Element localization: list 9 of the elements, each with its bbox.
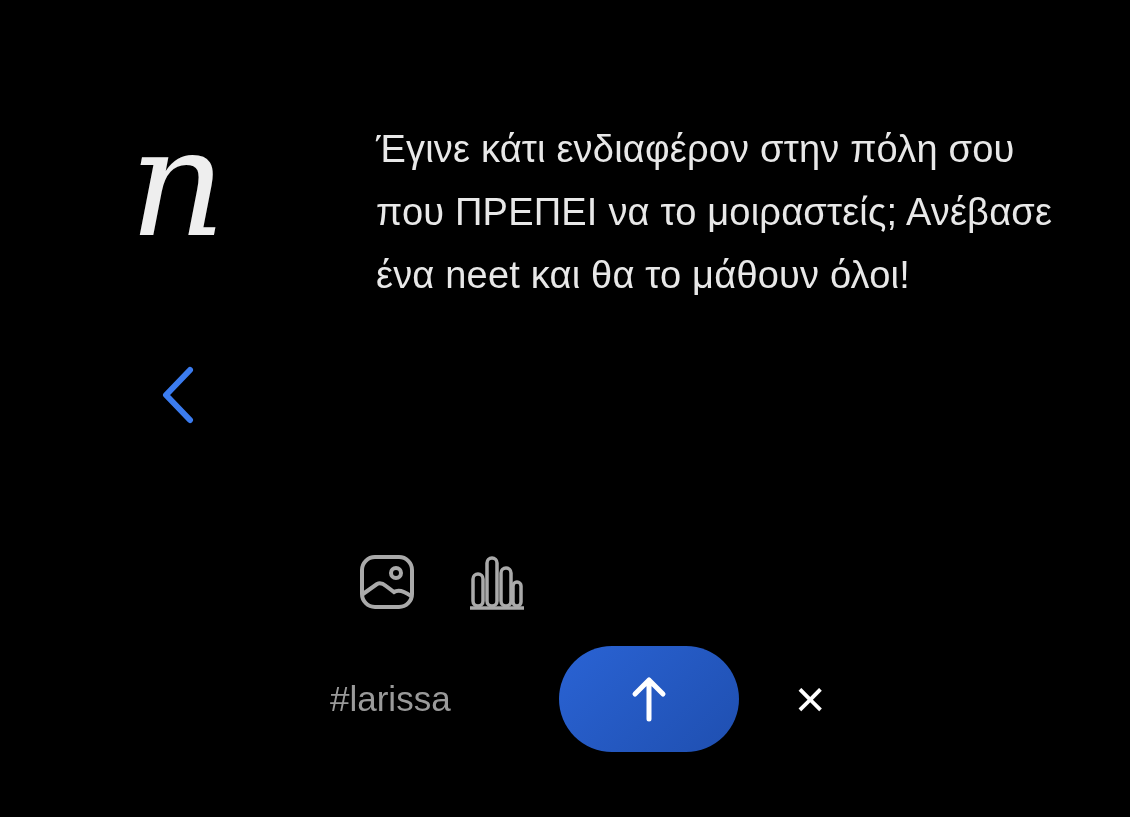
arrow-up-icon	[631, 676, 667, 722]
image-icon	[359, 554, 415, 610]
close-button[interactable]: ×	[795, 673, 826, 725]
hashtag: #larissa	[330, 679, 452, 719]
post-text[interactable]: Έγινε κάτι ενδιαφέρον στην πόλη σου που ΠΡΕΠΕΙ να το μοιραστείς; Ανέβασε ένα neet και θα το μάθουν όλοι!	[376, 118, 1066, 424]
image-button[interactable]	[359, 554, 415, 610]
poll-button[interactable]	[469, 554, 525, 610]
bar-chart-icon	[469, 554, 525, 610]
logo: n	[129, 118, 226, 248]
